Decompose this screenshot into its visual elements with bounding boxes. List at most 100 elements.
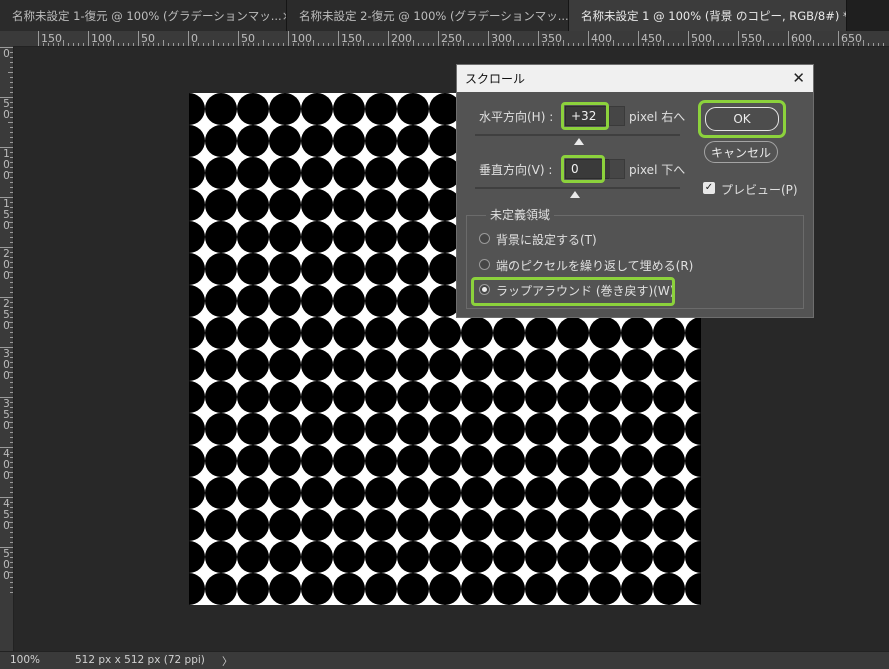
ruler-tick (10, 157, 13, 158)
ruler-tick (10, 307, 13, 308)
ruler-tick (263, 40, 264, 46)
ruler-tick (173, 43, 174, 46)
ruler-tick (138, 31, 139, 46)
ruler-tick (423, 43, 424, 46)
ruler-tick (718, 43, 719, 46)
ruler-tick (803, 43, 804, 46)
ruler-tick (10, 67, 13, 68)
ruler-tick (10, 267, 13, 268)
tab-document-1-restored[interactable]: 名称未設定 1-復元 @ 100% (グラデーションマッ... × (0, 0, 287, 31)
ruler-tick (0, 547, 13, 548)
ruler-tick (10, 102, 13, 103)
ruler-tick (358, 43, 359, 46)
ruler-tick (8, 372, 13, 373)
ruler-tick (10, 62, 13, 63)
ruler-tick (473, 43, 474, 46)
ruler-tick (443, 43, 444, 46)
ruler-tick (438, 31, 439, 46)
ruler-tick (88, 31, 89, 46)
ruler-tick (10, 577, 13, 578)
close-icon[interactable]: ✕ (792, 69, 805, 87)
ruler-tick (0, 397, 13, 398)
horizontal-slider-track[interactable] (475, 134, 680, 136)
ruler-tick (198, 43, 199, 46)
ruler-tick (538, 31, 539, 46)
preview-checkbox[interactable]: ✓ (703, 182, 715, 194)
horizontal-input-spin[interactable] (609, 106, 625, 126)
ruler-tick (228, 43, 229, 46)
ruler-tick (10, 327, 13, 328)
ruler-tick (713, 40, 714, 46)
radio-repeat-edge-pixels-label[interactable]: 端のピクセルを繰り返して埋める(R) (496, 257, 693, 274)
radio-repeat-edge-pixels[interactable] (479, 259, 490, 270)
ruler-tick (638, 31, 639, 46)
ruler-tick (178, 43, 179, 46)
zoom-level[interactable]: 100% (10, 654, 40, 666)
ruler-tick (813, 40, 814, 46)
horizontal-slider-thumb-icon[interactable] (574, 138, 584, 145)
ruler-tick (298, 43, 299, 46)
ruler-tick (818, 43, 819, 46)
ruler-tick (623, 43, 624, 46)
ruler-tick (10, 552, 13, 553)
ruler-tick (703, 43, 704, 46)
ruler-tick (10, 502, 13, 503)
ruler-tick (318, 43, 319, 46)
horizontal-ruler[interactable]: 1501005005010015020025030035040045050055… (13, 31, 889, 47)
ruler-tick (808, 43, 809, 46)
ruler-tick (613, 40, 614, 46)
ruler-corner[interactable] (0, 31, 13, 46)
dialog-title-bar: スクロール ✕ (457, 65, 813, 92)
vertical-slider-thumb-icon[interactable] (570, 191, 580, 198)
ruler-tick (93, 43, 94, 46)
ruler-tick (513, 40, 514, 46)
ruler-tick (10, 462, 13, 463)
ruler-tick (648, 43, 649, 46)
ruler-tick (583, 43, 584, 46)
status-arrow-icon[interactable]: 〉 (222, 654, 233, 669)
ruler-tick (838, 31, 839, 46)
vertical-slider-track[interactable] (475, 187, 680, 189)
ruler-tick (8, 222, 13, 223)
ruler-tick (8, 572, 13, 573)
ruler-tick (63, 40, 64, 46)
ruler-tick (10, 412, 13, 413)
tab-document-1-active[interactable]: 名称未設定 1 @ 100% (背景 のコピー, RGB/8#) * × (569, 0, 847, 31)
ruler-tick (10, 337, 13, 338)
ruler-tick (10, 352, 13, 353)
document-size: 512 px x 512 px (72 ppi) (75, 654, 205, 666)
ruler-tick (873, 43, 874, 46)
radio-set-background[interactable] (479, 233, 490, 244)
vertical-ruler[interactable]: 05 01 0 01 5 02 0 02 5 03 0 03 5 04 0 04… (0, 46, 14, 651)
ruler-tick (398, 43, 399, 46)
ruler-tick (693, 43, 694, 46)
ruler-tick (8, 422, 13, 423)
ruler-tick (10, 152, 13, 153)
ruler-tick (10, 402, 13, 403)
dialog-title: スクロール (465, 70, 525, 87)
cancel-button[interactable]: キャンセル (704, 141, 778, 163)
ruler-tick (10, 227, 13, 228)
ruler-tick (488, 31, 489, 46)
ruler-tick (10, 127, 13, 128)
ruler-tick (278, 43, 279, 46)
radio-set-background-label[interactable]: 背景に設定する(T) (496, 231, 597, 248)
ruler-tick (8, 522, 13, 523)
ruler-tick (183, 43, 184, 46)
ruler-tick (403, 43, 404, 46)
ruler-tick (10, 537, 13, 538)
ruler-tick (0, 347, 13, 348)
ruler-tick (10, 507, 13, 508)
ruler-tick (563, 40, 564, 46)
ruler-tick (10, 332, 13, 333)
tab-document-2-restored[interactable]: 名称未設定 2-復元 @ 100% (グラデーションマッ... × (287, 0, 569, 31)
ruler-tick (10, 282, 13, 283)
vertical-input-spin[interactable] (609, 159, 625, 179)
ruler-tick (10, 302, 13, 303)
ruler-tick (10, 492, 13, 493)
ruler-tick (10, 392, 13, 393)
ruler-tick (10, 192, 13, 193)
ruler-tick (378, 43, 379, 46)
ruler-tick (10, 487, 13, 488)
ruler-left-label: 0 (2, 49, 11, 60)
